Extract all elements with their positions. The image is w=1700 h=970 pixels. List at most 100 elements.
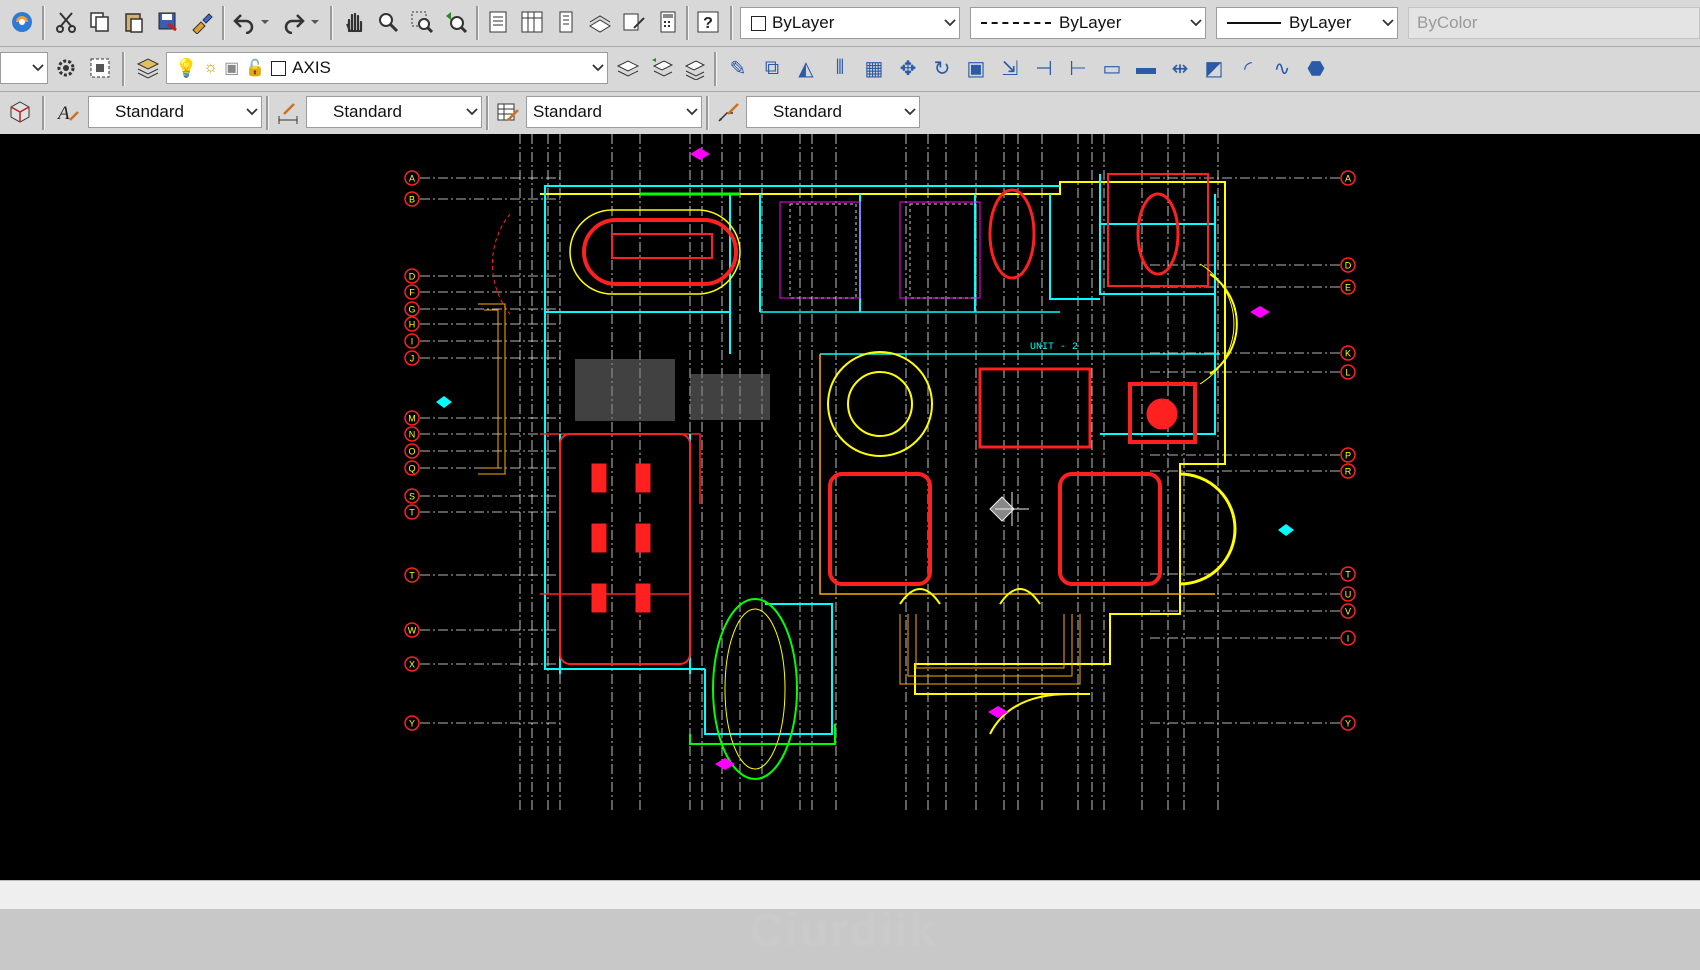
grid-bubble: I — [1340, 630, 1356, 646]
color-swatch — [751, 15, 766, 31]
markup-icon[interactable] — [620, 8, 648, 36]
undo-icon[interactable] — [230, 8, 258, 36]
rotate-icon[interactable]: ↻ — [928, 54, 956, 82]
match-properties-icon[interactable] — [188, 8, 216, 36]
multileader-style-combo[interactable]: Standard — [746, 96, 920, 128]
toolbar-separator — [714, 52, 717, 86]
linetype-combo[interactable]: ByLayer — [970, 7, 1206, 39]
sun-icon: ☼ — [203, 59, 219, 76]
row-grid-lines — [420, 177, 1340, 724]
grid-bubble-label: H — [409, 320, 416, 330]
break-icon[interactable]: ▭ — [1098, 54, 1126, 82]
redo-icon[interactable] — [280, 8, 308, 36]
sheet-set-icon[interactable] — [586, 8, 614, 36]
trim-icon[interactable]: ⊣ — [1030, 54, 1058, 82]
3d-object-icon[interactable] — [6, 98, 34, 126]
explode-icon[interactable]: ⬣ — [1302, 54, 1330, 82]
tool-palettes-icon[interactable] — [552, 8, 580, 36]
make-current-layer-icon[interactable] — [614, 54, 642, 82]
text-style-icon[interactable]: A — [54, 98, 82, 126]
lineweight-sample — [1227, 22, 1281, 24]
multileader-style-value: Standard — [773, 102, 842, 121]
chamfer-icon[interactable]: ◩ — [1200, 54, 1228, 82]
chevron-down-icon — [1379, 19, 1397, 27]
grid-bubble-label: J — [410, 354, 415, 364]
grid-bubble-label: O — [408, 447, 415, 457]
gear-icon[interactable] — [52, 54, 80, 82]
grid-bubble-label: V — [1345, 607, 1351, 617]
stretch-icon[interactable]: ⇲ — [996, 54, 1024, 82]
fillet-icon[interactable]: ◜ — [1234, 54, 1262, 82]
layer-properties-icon[interactable] — [134, 54, 162, 82]
workspace-combo[interactable] — [0, 52, 48, 84]
grid-bubble: B — [404, 191, 420, 207]
layer-combo[interactable]: 💡 ☼ ▣ 🔓 AXIS — [166, 52, 608, 84]
toolbar-separator — [476, 6, 479, 40]
grid-bubble: Y — [1340, 715, 1356, 731]
design-center-icon[interactable] — [518, 8, 546, 36]
dimension-style-icon[interactable] — [274, 98, 302, 126]
zoom-realtime-icon[interactable] — [374, 8, 402, 36]
table-style-combo[interactable]: Standard — [526, 96, 702, 128]
multileader-style-icon[interactable] — [714, 98, 742, 126]
scale-icon[interactable]: ▣ — [962, 54, 990, 82]
dimension-style-combo[interactable]: Standard — [306, 96, 482, 128]
pan-hand-icon[interactable] — [340, 8, 368, 36]
extend-icon[interactable]: ⊢ — [1064, 54, 1092, 82]
grid-bubble: D — [1340, 257, 1356, 273]
grid-bubble-label: I — [1347, 634, 1350, 644]
undo-dropdown-icon[interactable] — [258, 8, 272, 36]
join-icon[interactable]: ⇹ — [1166, 54, 1194, 82]
grid-bubble-label: M — [408, 414, 416, 424]
blend-icon[interactable]: ∿ — [1268, 54, 1296, 82]
break-at-point-icon[interactable]: ▬ — [1132, 54, 1160, 82]
table-style-icon[interactable] — [494, 98, 522, 126]
help-icon[interactable]: ? — [694, 8, 722, 36]
drawing-canvas[interactable]: ABDFGHIJMNOQSTTWXY ADEKLPRTUVIY UNIT - 2 — [0, 134, 1700, 880]
grid-bubble-label: A — [409, 174, 415, 184]
grid-bubble: M — [404, 410, 420, 426]
toolbar-separator — [222, 6, 225, 40]
color-combo[interactable]: ByLayer — [740, 7, 960, 39]
grid-bubble: V — [1340, 603, 1356, 619]
move-icon[interactable]: ✥ — [894, 54, 922, 82]
grid-bubble-label: S — [409, 492, 415, 502]
app-icon[interactable] — [8, 8, 36, 36]
grid-bubble: P — [1340, 447, 1356, 463]
cut-icon[interactable] — [52, 8, 80, 36]
copy-object-icon[interactable]: ⧉ — [758, 54, 786, 82]
layer-states-icon[interactable] — [680, 54, 708, 82]
zoom-window-icon[interactable] — [408, 8, 436, 36]
copy-icon[interactable] — [86, 8, 114, 36]
toolbar-separator — [730, 6, 733, 40]
grid-bubble-label: P — [1345, 451, 1351, 461]
grid-bubble-label: N — [409, 430, 416, 440]
stairs-and-arcs — [492, 213, 1238, 780]
grid-bubble: N — [404, 426, 420, 442]
chevron-down-icon — [29, 64, 47, 72]
redo-dropdown-icon[interactable] — [308, 8, 322, 36]
chevron-down-icon — [901, 108, 919, 116]
grid-bubble: Q — [404, 460, 420, 476]
text-style-combo[interactable]: Standard — [88, 96, 262, 128]
toolbar-separator — [42, 96, 45, 130]
lineweight-combo[interactable]: ByLayer — [1216, 7, 1398, 39]
conference-room — [569, 209, 741, 295]
svg-text:?: ? — [703, 15, 713, 32]
offset-icon[interactable]: ⫴ — [826, 54, 854, 82]
toolbar-separator — [686, 6, 689, 40]
erase-icon[interactable]: ✎ — [724, 54, 752, 82]
annotations: UNIT - 2 — [436, 148, 1294, 770]
array-icon[interactable]: ▦ — [860, 54, 888, 82]
customize-icon[interactable] — [86, 54, 114, 82]
grid-bubble-label: T — [1345, 570, 1351, 580]
grid-bubble: T — [404, 567, 420, 583]
paste-icon[interactable] — [120, 8, 148, 36]
mirror-icon[interactable]: ◭ — [792, 54, 820, 82]
calculator-icon[interactable] — [654, 8, 682, 36]
save-as-icon[interactable] — [154, 8, 182, 36]
plotstyle-combo: ByColor — [1408, 7, 1700, 39]
layer-previous-icon[interactable] — [648, 54, 676, 82]
properties-icon[interactable] — [484, 8, 512, 36]
zoom-previous-icon[interactable] — [442, 8, 470, 36]
